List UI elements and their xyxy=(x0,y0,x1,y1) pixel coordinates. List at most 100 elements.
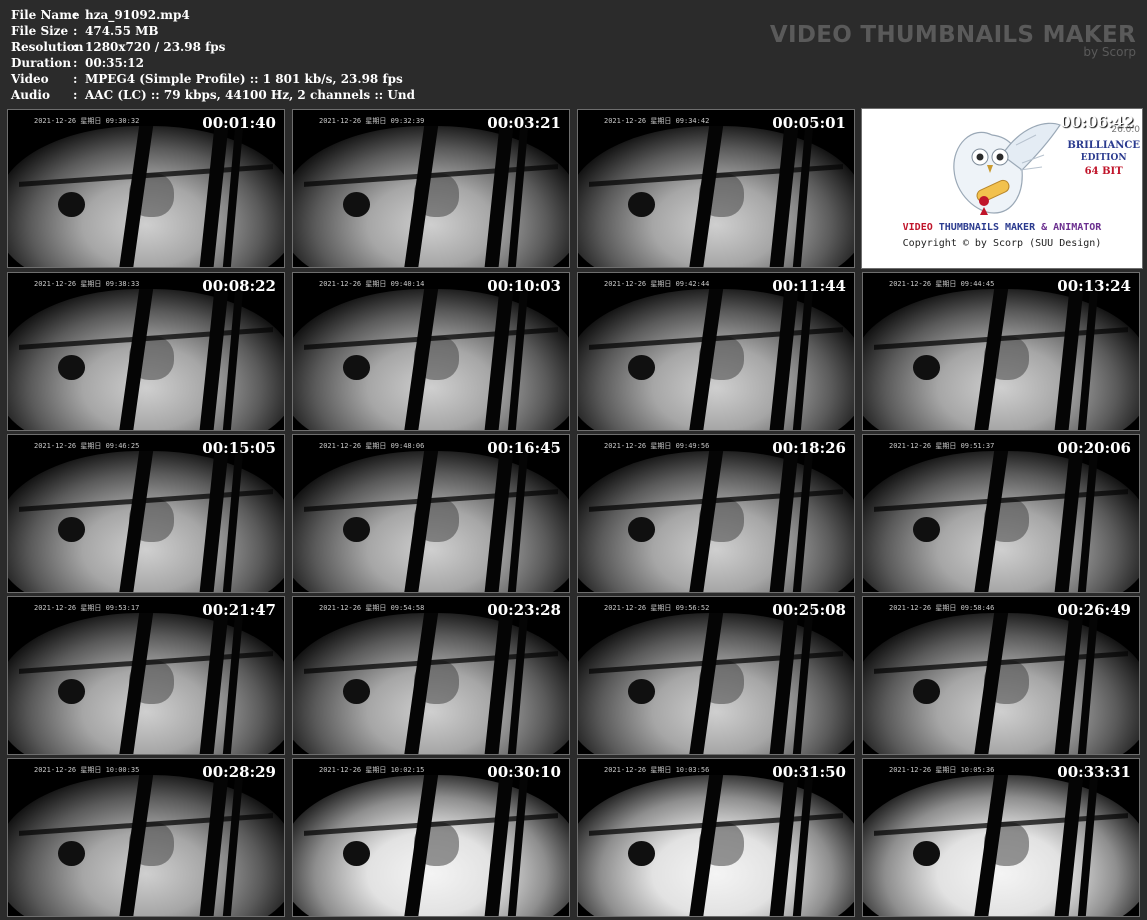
thumbnail-frame-image xyxy=(8,597,284,754)
thumbnail-frame-image xyxy=(863,273,1139,430)
thumbnail-frame-image xyxy=(8,273,284,430)
thumbnail-timestamp: 00:25:08 xyxy=(772,601,846,619)
field-separator: : xyxy=(73,88,78,102)
thumbnail-frame-image xyxy=(863,759,1139,916)
video-thumbnail[interactable]: 2021-12-26 星期日 09:38:33 00:08:22 xyxy=(7,272,285,431)
camera-osd-datetime: 2021-12-26 星期日 09:56:52 xyxy=(604,604,710,612)
file-name-label: File Name xyxy=(11,8,80,22)
camera-osd-datetime: 2021-12-26 星期日 09:49:56 xyxy=(604,442,710,450)
camera-osd-datetime: 2021-12-26 星期日 09:34:42 xyxy=(604,117,710,125)
video-thumbnail[interactable]: 2021-12-26 星期日 09:51:37 00:20:06 xyxy=(862,434,1140,593)
product-name-part-3: & ANIMATOR xyxy=(1041,222,1102,233)
version-label: 26.0.0 xyxy=(1111,125,1140,135)
thumbnail-timestamp: 00:20:06 xyxy=(1057,439,1131,457)
video-thumbnail[interactable]: 2021-12-26 星期日 09:40:14 00:10:03 xyxy=(292,272,570,431)
duration-label: Duration xyxy=(11,56,72,70)
thumbnail-frame-image xyxy=(293,759,569,916)
resolution-row: Resolution : 1280x720 / 23.98 fps xyxy=(11,39,415,55)
thumbnail-frame-image xyxy=(863,597,1139,754)
thumbnail-timestamp: 00:05:01 xyxy=(772,114,846,132)
camera-osd-datetime: 2021-12-26 星期日 09:58:46 xyxy=(889,604,995,612)
thumbnail-timestamp: 00:23:28 xyxy=(487,601,561,619)
edition-line-2: EDITION xyxy=(1080,153,1127,163)
thumbnail-timestamp: 00:01:40 xyxy=(202,114,276,132)
field-separator: : xyxy=(73,24,78,38)
thumbnail-timestamp: 00:31:50 xyxy=(772,763,846,781)
thumbnail-timestamp: 00:10:03 xyxy=(487,277,561,295)
video-thumbnail[interactable]: 2021-12-26 星期日 09:48:06 00:16:45 xyxy=(292,434,570,593)
camera-osd-datetime: 2021-12-26 星期日 09:54:58 xyxy=(319,604,425,612)
thumbnail-timestamp: 00:11:44 xyxy=(772,277,846,295)
thumbnail-timestamp: 00:13:24 xyxy=(1057,277,1131,295)
duration-value: 00:35:12 xyxy=(85,56,144,70)
camera-osd-datetime: 2021-12-26 星期日 10:02:15 xyxy=(319,766,425,774)
field-separator: : xyxy=(73,8,78,22)
video-thumbnail[interactable]: 2021-12-26 星期日 10:00:35 00:28:29 xyxy=(7,758,285,917)
video-value: MPEG4 (Simple Profile) :: 1 801 kb/s, 23… xyxy=(85,72,403,86)
camera-osd-datetime: 2021-12-26 星期日 10:03:56 xyxy=(604,766,710,774)
video-thumbnail[interactable]: 2021-12-26 星期日 09:44:45 00:13:24 xyxy=(862,272,1140,431)
thumbnail-frame-image xyxy=(578,110,854,267)
thumbnail-frame-image xyxy=(8,435,284,592)
thumbnail-frame-image xyxy=(578,759,854,916)
thumbnail-frame-image xyxy=(293,597,569,754)
file-size-value: 474.55 MB xyxy=(85,24,159,38)
brand-title: VIDEO THUMBNAILS MAKER xyxy=(769,22,1136,48)
camera-osd-datetime: 2021-12-26 星期日 10:00:35 xyxy=(34,766,140,774)
owl-logo-icon xyxy=(953,122,1061,215)
thumbnail-frame-image xyxy=(8,110,284,267)
file-info-panel: File Name : hza_91092.mp4 File Size : 47… xyxy=(11,7,415,103)
video-thumbnail[interactable]: 2021-12-26 星期日 09:54:58 00:23:28 xyxy=(292,596,570,755)
file-size-row: File Size : 474.55 MB xyxy=(11,23,415,39)
field-separator: : xyxy=(73,40,78,54)
thumbnail-frame-image xyxy=(578,273,854,430)
video-label: Video xyxy=(11,72,49,86)
product-name-part-1: VIDEO xyxy=(902,222,939,233)
thumbnail-timestamp: 00:28:29 xyxy=(202,763,276,781)
product-name-part-2: THUMBNAILS MAKER xyxy=(938,222,1042,233)
file-name-row: File Name : hza_91092.mp4 xyxy=(11,7,415,23)
field-separator: : xyxy=(73,72,78,86)
camera-osd-datetime: 2021-12-26 星期日 09:48:06 xyxy=(319,442,425,450)
thumbnail-frame-image xyxy=(293,110,569,267)
video-thumbnail[interactable]: 2021-12-26 星期日 09:58:46 00:26:49 xyxy=(862,596,1140,755)
file-size-label: File Size xyxy=(11,24,69,38)
audio-value: AAC (LC) :: 79 kbps, 44100 Hz, 2 channel… xyxy=(85,88,415,102)
edition-label: BRILLIANCE EDITION 64 BIT xyxy=(1067,139,1140,178)
camera-osd-datetime: 2021-12-26 星期日 09:51:37 xyxy=(889,442,995,450)
thumbnail-timestamp: 00:21:47 xyxy=(202,601,276,619)
camera-osd-datetime: 2021-12-26 星期日 09:53:17 xyxy=(34,604,140,612)
video-thumbnail[interactable]: 2021-12-26 星期日 09:56:52 00:25:08 xyxy=(577,596,855,755)
thumbnail-timestamp: 00:33:31 xyxy=(1057,763,1131,781)
video-thumbnail[interactable]: 2021-12-26 星期日 09:53:17 00:21:47 xyxy=(7,596,285,755)
product-name: VIDEO THUMBNAILS MAKER & ANIMATOR xyxy=(862,222,1142,233)
thumbnail-timestamp: 00:26:49 xyxy=(1057,601,1131,619)
logo-card: 00:06:42 26.0.0 BRILLIANCE EDITION 64 BI… xyxy=(861,108,1143,269)
video-thumbnail[interactable]: 2021-12-26 星期日 10:02:15 00:30:10 xyxy=(292,758,570,917)
file-name-value: hza_91092.mp4 xyxy=(85,8,190,22)
camera-osd-datetime: 2021-12-26 星期日 09:32:39 xyxy=(319,117,425,125)
video-thumbnail[interactable]: 2021-12-26 星期日 09:30:32 00:01:40 xyxy=(7,109,285,268)
thumbnail-frame-image xyxy=(578,435,854,592)
thumbnail-timestamp: 00:03:21 xyxy=(487,114,561,132)
video-thumbnail[interactable]: 2021-12-26 星期日 09:32:39 00:03:21 xyxy=(292,109,570,268)
video-thumbnail[interactable]: 2021-12-26 星期日 09:42:44 00:11:44 xyxy=(577,272,855,431)
thumbnail-timestamp: 00:18:26 xyxy=(772,439,846,457)
brand-watermark: VIDEO THUMBNAILS MAKER by Scorp xyxy=(770,22,1136,59)
thumbnail-timestamp: 00:30:10 xyxy=(487,763,561,781)
thumbnail-frame-image xyxy=(578,597,854,754)
thumbnail-timestamp: 00:16:45 xyxy=(487,439,561,457)
edition-line-1: BRILLIANCE xyxy=(1067,140,1140,151)
thumbnail-frame-image xyxy=(863,435,1139,592)
thumbnail-timestamp: 00:15:05 xyxy=(202,439,276,457)
video-thumbnail[interactable]: 2021-12-26 星期日 09:49:56 00:18:26 xyxy=(577,434,855,593)
edition-line-3: 64 BIT xyxy=(1084,166,1123,177)
video-thumbnail[interactable]: 2021-12-26 星期日 10:03:56 00:31:50 xyxy=(577,758,855,917)
video-thumbnail[interactable]: 2021-12-26 星期日 10:05:36 00:33:31 xyxy=(862,758,1140,917)
camera-osd-datetime: 2021-12-26 星期日 09:38:33 xyxy=(34,280,140,288)
video-thumbnail[interactable]: 2021-12-26 星期日 09:46:25 00:15:05 xyxy=(7,434,285,593)
video-thumbnail[interactable]: 2021-12-26 星期日 09:34:42 00:05:01 xyxy=(577,109,855,268)
thumbnail-frame-image xyxy=(293,435,569,592)
field-separator: : xyxy=(73,56,78,70)
camera-osd-datetime: 2021-12-26 星期日 09:44:45 xyxy=(889,280,995,288)
